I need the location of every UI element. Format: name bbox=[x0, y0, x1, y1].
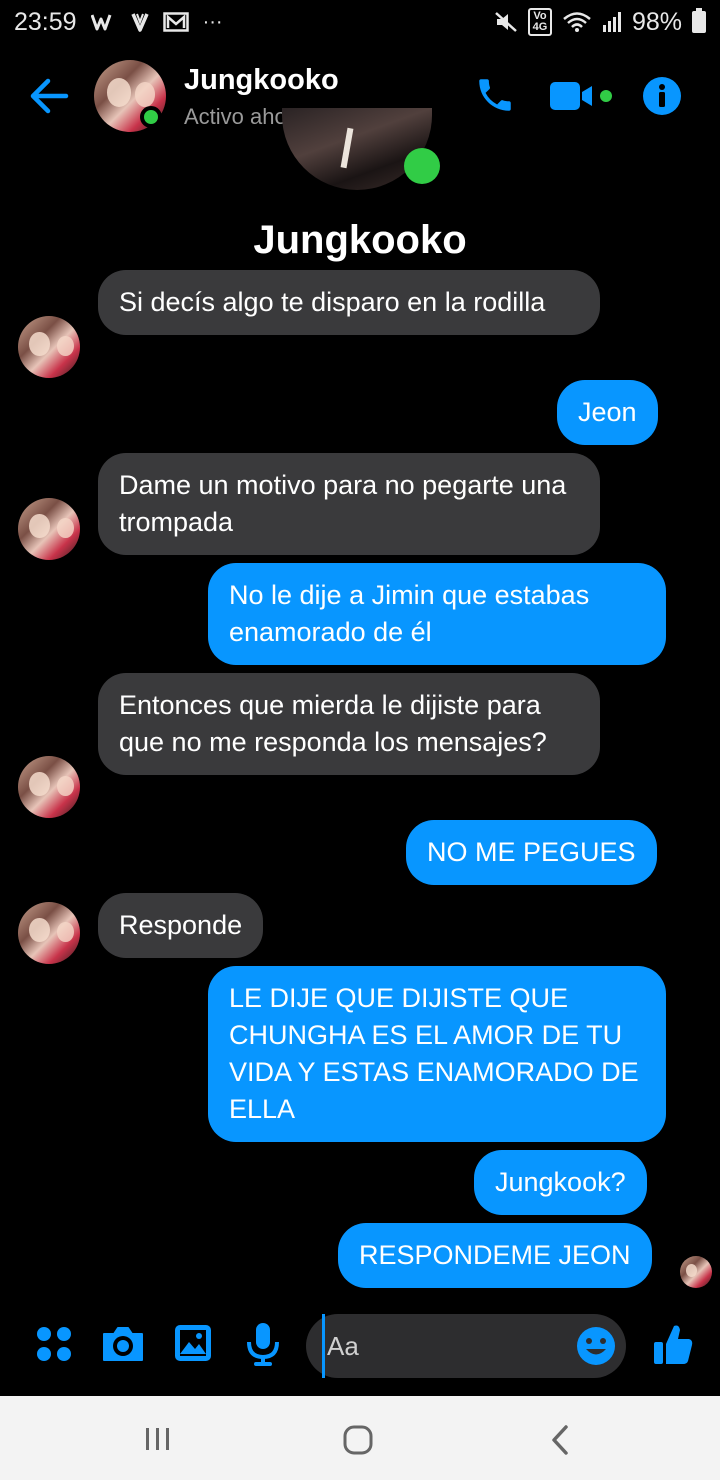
sender-avatar[interactable] bbox=[18, 756, 80, 818]
mail-icon bbox=[162, 12, 189, 32]
wifi-icon bbox=[562, 11, 592, 33]
back-icon[interactable] bbox=[548, 1424, 572, 1461]
battery-percent: 98% bbox=[631, 7, 682, 36]
video-camera-icon[interactable] bbox=[548, 78, 618, 114]
recents-icon[interactable] bbox=[144, 1426, 172, 1457]
volte-4g-icon: Vo 4G bbox=[527, 8, 552, 36]
profile-name: Jungkooko bbox=[253, 218, 467, 262]
incoming-message[interactable]: Entonces que mierda le dijiste para que … bbox=[98, 673, 600, 775]
emoji-icon[interactable] bbox=[576, 1326, 616, 1366]
info-icon[interactable] bbox=[642, 76, 682, 116]
incoming-message[interactable]: Dame un motivo para no pegarte una tromp… bbox=[98, 453, 600, 555]
v-icon bbox=[130, 11, 149, 33]
back-arrow-icon[interactable] bbox=[28, 76, 70, 116]
system-nav-bar bbox=[0, 1396, 720, 1480]
phone-icon[interactable] bbox=[474, 74, 516, 116]
gallery-icon[interactable] bbox=[174, 1324, 212, 1367]
outgoing-message[interactable]: Jeon bbox=[557, 380, 658, 445]
home-icon[interactable] bbox=[342, 1424, 374, 1461]
more-notifications-icon: ··· bbox=[202, 10, 223, 33]
w-icon bbox=[90, 12, 117, 32]
outgoing-message[interactable]: NO ME PEGUES bbox=[406, 820, 657, 885]
outgoing-message[interactable]: Jungkook? bbox=[474, 1150, 647, 1215]
battery-icon bbox=[692, 8, 706, 33]
outgoing-message[interactable]: RESPONDEME JEON bbox=[338, 1223, 652, 1288]
microphone-icon[interactable] bbox=[246, 1322, 280, 1371]
outgoing-message[interactable]: LE DIJE QUE DIJISTE QUE CHUNGHA ES EL AM… bbox=[208, 966, 666, 1142]
contact-name[interactable]: Jungkooko bbox=[184, 64, 339, 97]
incoming-message[interactable]: Si decís algo te disparo en la rodilla bbox=[98, 270, 600, 335]
outgoing-message[interactable]: No le dije a Jimin que estabas enamorado… bbox=[208, 563, 666, 665]
incoming-message[interactable]: Responde bbox=[98, 893, 264, 958]
online-indicator bbox=[140, 106, 162, 128]
mute-icon bbox=[494, 11, 518, 33]
camera-icon[interactable] bbox=[100, 1324, 146, 1369]
status-time: 23:59 bbox=[14, 7, 77, 36]
profile-online-indicator bbox=[404, 148, 440, 184]
message-composer bbox=[0, 1310, 720, 1392]
sender-avatar[interactable] bbox=[18, 902, 80, 964]
signal-icon bbox=[602, 11, 622, 33]
message-input-field[interactable] bbox=[306, 1314, 626, 1378]
like-icon[interactable] bbox=[652, 1322, 694, 1371]
message-input[interactable] bbox=[322, 1314, 562, 1378]
status-bar: 23:59 ··· Vo 4G 98% bbox=[0, 0, 720, 44]
sender-avatar[interactable] bbox=[18, 316, 80, 378]
menu-icon[interactable] bbox=[34, 1324, 74, 1369]
sender-avatar[interactable] bbox=[18, 498, 80, 560]
seen-receipt-avatar bbox=[680, 1256, 712, 1288]
